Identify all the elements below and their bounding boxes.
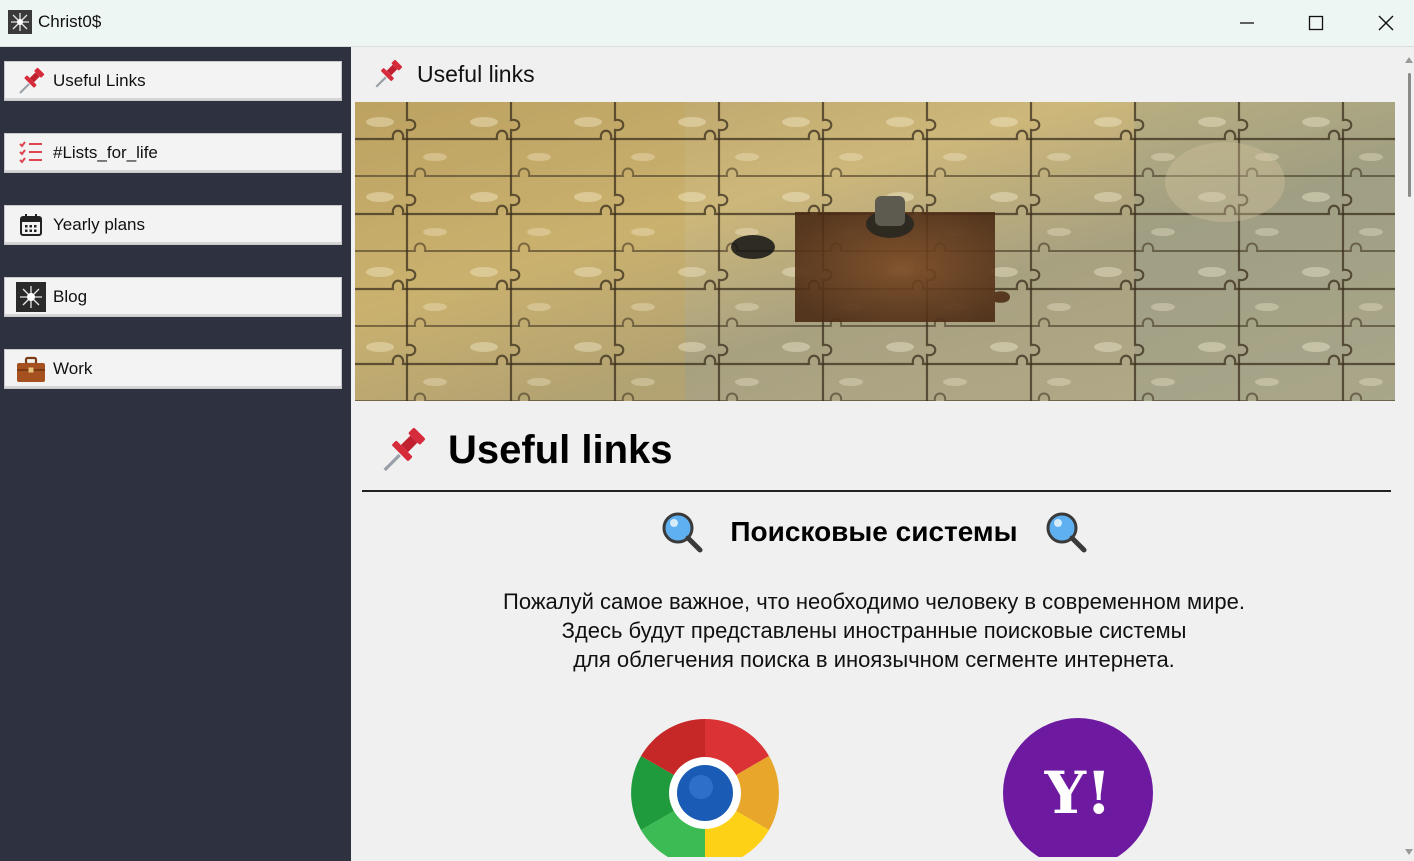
- pushpin-icon: [16, 66, 46, 96]
- section-description: Пожалуй самое важное, что необходимо чел…: [352, 587, 1396, 674]
- page-title: Useful links: [448, 427, 673, 472]
- chrome-icon: [629, 719, 781, 861]
- content-header: Useful links: [352, 47, 1396, 101]
- maximize-button[interactable]: [1281, 0, 1351, 46]
- page-heading: Useful links: [378, 422, 673, 478]
- description-line: Пожалуй самое важное, что необходимо чел…: [503, 589, 1245, 614]
- briefcase-icon: [16, 354, 46, 384]
- yahoo-icon: Y!: [1002, 718, 1154, 861]
- sidebar-item-label: Useful Links: [53, 71, 146, 90]
- close-button[interactable]: [1351, 0, 1414, 46]
- yahoo-logo-text: Y!: [1044, 759, 1112, 827]
- sidebar-item-label: #Lists_for_life: [53, 143, 158, 162]
- section-title-text: Поисковые системы: [730, 516, 1018, 547]
- divider: [362, 490, 1391, 492]
- header-title: Useful links: [417, 60, 535, 87]
- sidebar: Useful Links #Lists_for_life Yearly plan…: [0, 47, 351, 861]
- scroll-up-arrow-icon[interactable]: [1405, 57, 1413, 63]
- minimize-icon: [1240, 22, 1254, 24]
- puzzle-banner-image: [355, 102, 1395, 401]
- app-icon: [8, 10, 32, 34]
- sidebar-item-useful-links[interactable]: Useful Links: [4, 61, 342, 101]
- section-title: Поисковые системы: [352, 510, 1396, 554]
- pushpin-icon: [375, 59, 403, 88]
- sidebar-item-lists-for-life[interactable]: #Lists_for_life: [4, 133, 342, 173]
- minimize-button[interactable]: [1212, 0, 1282, 46]
- sidebar-item-label: Yearly plans: [53, 215, 145, 234]
- calendar-icon: [16, 210, 46, 240]
- scroll-down-arrow-icon[interactable]: [1405, 849, 1413, 855]
- description-line: для облегчения поиска в иноязычном сегме…: [573, 647, 1175, 672]
- pushpin-icon: [383, 428, 425, 472]
- magnifier-icon: [662, 512, 703, 553]
- close-icon: [1378, 15, 1394, 31]
- maximize-icon: [1308, 15, 1324, 31]
- sidebar-item-yearly-plans[interactable]: Yearly plans: [4, 205, 342, 245]
- scroll-thumb[interactable]: [1408, 73, 1411, 197]
- title-bar: Christ0$: [0, 0, 1414, 47]
- window-title: Christ0$: [38, 12, 102, 31]
- blog-icon: [16, 282, 46, 312]
- yahoo-logo-link[interactable]: Y!: [1002, 717, 1154, 861]
- sidebar-item-label: Blog: [53, 287, 88, 306]
- magnifier-icon: [1046, 512, 1087, 553]
- sidebar-item-blog[interactable]: Blog: [4, 277, 342, 317]
- vertical-scrollbar[interactable]: [1396, 47, 1414, 861]
- checklist-icon: [16, 138, 46, 168]
- description-line: Здесь будут представлены иностранные пои…: [561, 618, 1187, 643]
- content-area: Useful links Useful links Поисковые сист…: [352, 47, 1414, 861]
- sidebar-item-work[interactable]: Work: [4, 349, 342, 389]
- sidebar-item-label: Work: [53, 359, 93, 378]
- chrome-logo-link[interactable]: [629, 717, 781, 861]
